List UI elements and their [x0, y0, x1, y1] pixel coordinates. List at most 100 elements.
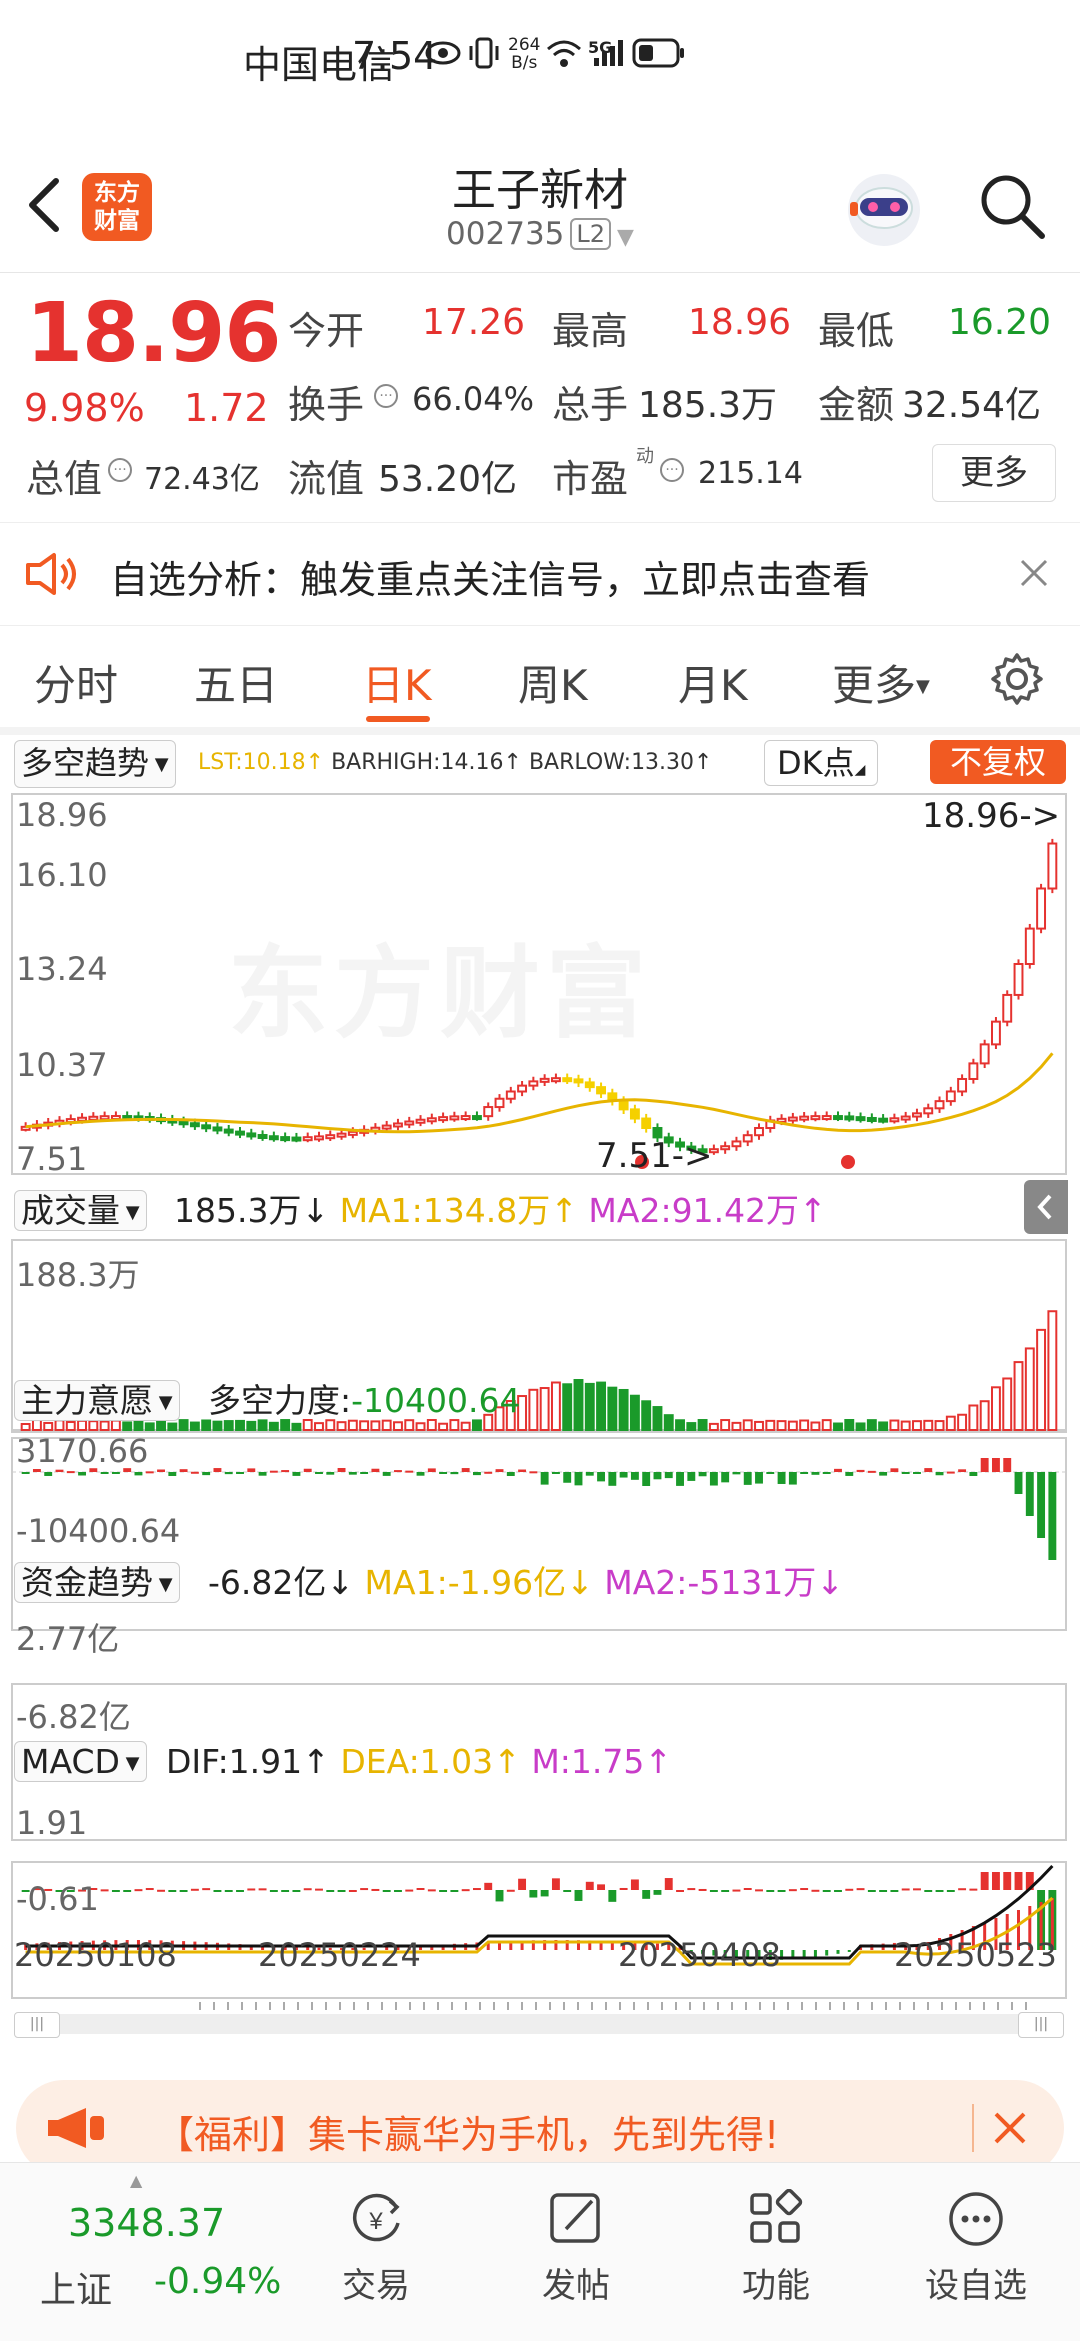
- volume-bar: [900, 1420, 911, 1432]
- volume-bar: [314, 1422, 324, 1431]
- robot-assistant-icon[interactable]: [842, 168, 926, 252]
- caret-down-icon: ▼: [153, 1392, 173, 1413]
- volume-bar: [731, 1421, 742, 1432]
- fund-bar: [845, 1888, 854, 1891]
- fund-bar: [822, 1890, 831, 1892]
- fund-bar: [348, 1889, 357, 1892]
- index-name[interactable]: 上证: [40, 2261, 112, 2313]
- candle-body: [280, 1136, 291, 1142]
- fund-bar: [123, 1890, 132, 1892]
- force-bar: [630, 1472, 639, 1480]
- nav-post[interactable]: 发帖: [486, 2189, 666, 2307]
- max-price-marker: 18.96->: [922, 796, 1061, 836]
- settings-gear-icon[interactable]: [990, 652, 1044, 706]
- volume-bar: [697, 1419, 708, 1431]
- y-tick-label: 7.51: [16, 1140, 88, 1178]
- close-icon[interactable]: [992, 2110, 1028, 2146]
- no-adjust-button[interactable]: 不复权: [930, 740, 1066, 784]
- force-bar: [676, 1472, 684, 1486]
- more-button[interactable]: 更多: [932, 444, 1056, 502]
- float-value: 53.20亿: [378, 459, 518, 500]
- candle-body: [235, 1130, 245, 1136]
- force-bar: [269, 1470, 278, 1473]
- tab-five-day[interactable]: 五日: [194, 652, 278, 713]
- tab-monthly-k[interactable]: 月K: [678, 652, 748, 713]
- pe-value: 215.14: [698, 456, 803, 491]
- info-icon[interactable]: ···: [374, 384, 398, 408]
- stock-code: 002735: [446, 216, 565, 252]
- y-tick-label: 10.37: [16, 1046, 108, 1084]
- fund-indicator-select[interactable]: 资金趋势 ▼: [14, 1556, 180, 1604]
- candle-body: [336, 1132, 347, 1138]
- volume-ma2: MA2:91.42万↑: [588, 1191, 827, 1230]
- force-value: -10400.64: [351, 1381, 521, 1420]
- volume-bar: [742, 1419, 753, 1431]
- tab-more[interactable]: 更多▼: [832, 652, 930, 713]
- volume-bar: [167, 1422, 178, 1431]
- nav-set-watchlist[interactable]: 设自选: [886, 2189, 1066, 2307]
- candle-body: [99, 1115, 110, 1121]
- candle-body: [731, 1140, 742, 1148]
- macd-panel-frame: [11, 1861, 1067, 1999]
- pe-dynamic-mark: 动: [636, 446, 654, 467]
- macd-indicator-select[interactable]: MACD ▼: [14, 1741, 147, 1782]
- high-value: 18.96: [688, 302, 792, 343]
- candle-body: [189, 1122, 200, 1128]
- active-tab-indicator: [366, 716, 430, 722]
- search-icon[interactable]: [976, 170, 1048, 242]
- nav-trade[interactable]: ¥ 交易: [286, 2189, 466, 2307]
- volume-indicator-select[interactable]: 成交量 ▼: [14, 1184, 147, 1232]
- force-bar: [66, 1471, 75, 1474]
- date-label: 20250523: [894, 1936, 1057, 1974]
- nav-function[interactable]: 功能: [686, 2188, 866, 2307]
- candle-body: [821, 1115, 832, 1121]
- candle-body: [584, 1081, 595, 1089]
- candle-body: [641, 1117, 652, 1130]
- chevron-left-icon: [1037, 1194, 1052, 1220]
- volume-bar: [833, 1422, 843, 1431]
- volume-values: 185.3万↓ MA1:134.8万↑ MA2:91.42万↑: [174, 1184, 827, 1232]
- volume-bar: [460, 1421, 471, 1431]
- index-change[interactable]: -0.94%: [154, 2261, 281, 2302]
- candle-body: [787, 1116, 798, 1122]
- tab-weekly-k[interactable]: 周K: [518, 652, 588, 713]
- force-bar: [608, 1472, 617, 1486]
- candle-body: [449, 1115, 460, 1121]
- force-bar: [845, 1472, 854, 1476]
- caret-down-icon: ▼: [617, 225, 634, 250]
- tab-intraday[interactable]: 分时: [34, 652, 118, 713]
- collapse-side-button[interactable]: [1024, 1180, 1068, 1234]
- range-slider-track[interactable]: [14, 2014, 1064, 2034]
- candle-body: [844, 1115, 855, 1121]
- fund-bar: [879, 1890, 888, 1892]
- close-icon[interactable]: [1018, 557, 1050, 589]
- candle-body: [629, 1108, 640, 1120]
- info-icon[interactable]: ···: [660, 458, 684, 482]
- change-percent: 9.98%: [24, 386, 145, 430]
- force-bar: [924, 1468, 933, 1472]
- dk-point-button[interactable]: DK点◢: [764, 740, 879, 786]
- force-bar: [664, 1472, 673, 1479]
- kline-indicator-select[interactable]: 多空趋势 ▼: [14, 740, 176, 788]
- candle-body: [393, 1122, 403, 1128]
- force-bar: [755, 1472, 763, 1484]
- candle-body: [957, 1077, 968, 1093]
- analysis-notice[interactable]: 自选分析：触发重点关注信号，立即点击查看: [0, 523, 1080, 625]
- fund-bar: [269, 1890, 278, 1892]
- tab-daily-k[interactable]: 日K: [362, 652, 432, 713]
- volume-bar: [675, 1419, 685, 1432]
- fund-bar: [427, 1889, 436, 1892]
- info-icon[interactable]: ···: [108, 458, 132, 482]
- fund-bar: [450, 1890, 459, 1892]
- promo-text: 【福利】集卡赢华为手机，先到先得!: [156, 2113, 780, 2157]
- range-slider-left-handle[interactable]: |||: [14, 2012, 60, 2038]
- fund-bar: [597, 1884, 606, 1890]
- volume-bar: [438, 1422, 449, 1431]
- index-value[interactable]: 3348.37: [68, 2201, 225, 2245]
- volume-bar: [945, 1415, 956, 1431]
- force-bar: [642, 1472, 651, 1486]
- range-slider-right-handle[interactable]: |||: [1018, 2012, 1064, 2038]
- force-indicator-select[interactable]: 主力意愿 ▼: [14, 1374, 180, 1422]
- fund-bar: [495, 1890, 504, 1902]
- candle-body: [246, 1132, 257, 1138]
